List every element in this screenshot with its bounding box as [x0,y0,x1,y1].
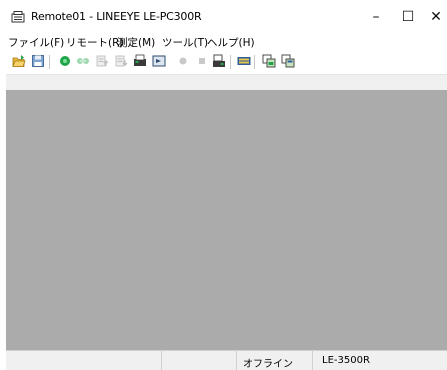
disconnect-icon[interactable] [76,54,90,68]
connection-status: オフライン [243,359,293,370]
toolbar [0,53,447,71]
mdi-client-area[interactable] [6,90,447,350]
close-button[interactable]: ✕ [425,6,447,28]
stop-icon[interactable] [195,54,209,68]
app-window: Remote01 - LINEEYE LE-PC300R – ☐ ✕ ファイル(… [0,0,447,370]
download-config-icon[interactable] [114,54,128,68]
maximize-icon: ☐ [401,9,415,25]
menu-tools[interactable]: ツール(T) [162,35,208,50]
record-icon[interactable] [176,54,190,68]
maximize-button[interactable]: ☐ [393,6,423,28]
menu-bar: ファイル(F) リモート(R) 測定(M) ツール(T) ヘルプ(H) [0,33,447,51]
window-title: Remote01 - LINEEYE LE-PC300R [31,10,202,23]
status-pane-empty [161,351,237,370]
close-icon: ✕ [430,9,442,25]
toolbar-separator [230,55,231,69]
open-folder-icon[interactable] [12,54,26,68]
status-bar: オフライン LE-3500R [6,350,447,370]
minimize-button[interactable]: – [361,6,391,28]
upload-config-icon[interactable] [95,54,109,68]
minimize-icon: – [372,9,380,25]
menu-measure[interactable]: 測定(M) [117,35,155,50]
copy-icon[interactable] [262,54,276,68]
menu-remote[interactable]: リモート(R) [66,35,124,50]
menu-file[interactable]: ファイル(F) [8,35,64,50]
device-model: LE-3500R [322,355,370,366]
save-icon[interactable] [31,54,45,68]
tab-strip [6,74,447,91]
title-bar[interactable]: Remote01 - LINEEYE LE-PC300R – ☐ ✕ [0,0,447,30]
toolbar-separator [49,55,50,69]
menu-help[interactable]: ヘルプ(H) [207,35,255,50]
app-icon [11,11,25,23]
connect-icon[interactable] [58,54,72,68]
paste-icon[interactable] [281,54,295,68]
status-pane-mode: オフライン [236,351,313,370]
transfer-data-icon[interactable] [133,54,147,68]
display-icon[interactable] [152,54,166,68]
toolbar-separator [254,55,255,69]
device-settings-icon[interactable] [212,54,226,68]
monitor-icon[interactable] [237,54,251,68]
status-pane-model: LE-3500R [312,351,447,370]
